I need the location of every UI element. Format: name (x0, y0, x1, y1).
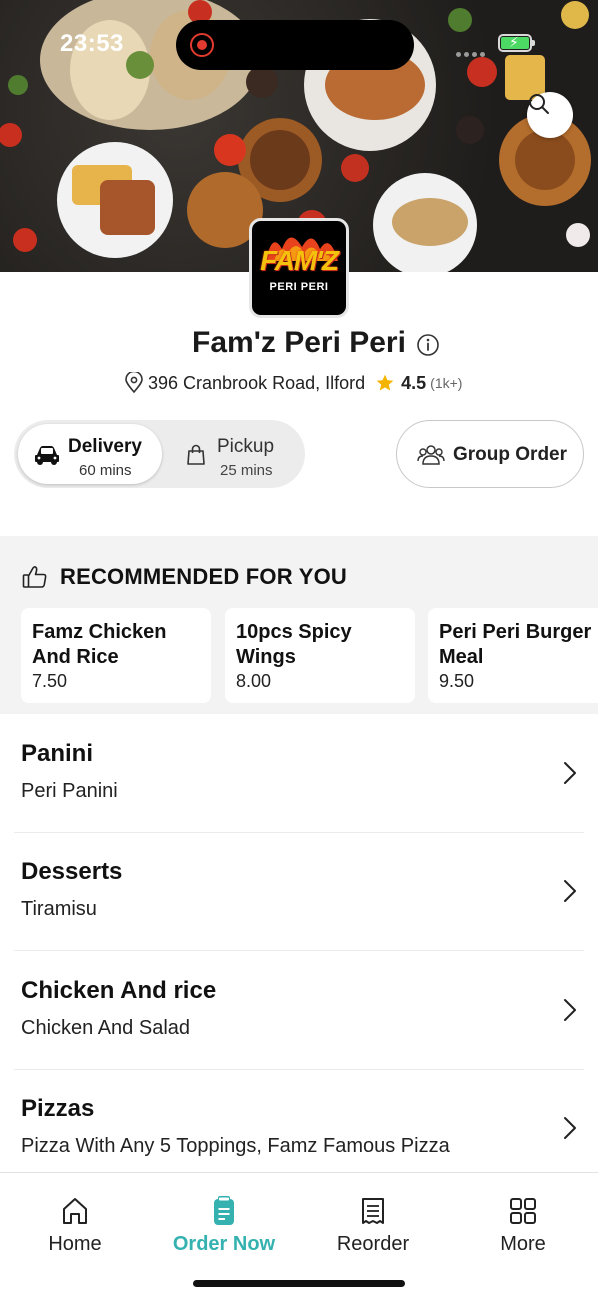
receipt-icon (362, 1198, 384, 1224)
nav-label: Reorder (336, 1233, 410, 1255)
shopping-bag-icon (187, 444, 205, 465)
pickup-label: Pickup (217, 436, 275, 457)
nav-order-now[interactable]: Order Now (149, 1191, 299, 1261)
category-title: Desserts (21, 858, 123, 885)
nav-more[interactable]: More (448, 1191, 598, 1261)
group-order-label: Group Order (453, 444, 568, 465)
recommended-item-name: 10pcs Spicy Wings (236, 621, 352, 668)
category-title: Chicken And rice (21, 977, 217, 1004)
order-now-icon (214, 1196, 234, 1225)
order-mode-toggle: Delivery 60 mins Pickup 25 mins (14, 420, 305, 488)
category-title: Pizzas (21, 1095, 95, 1122)
dynamic-island (176, 20, 414, 70)
rating-count: (1k+) (430, 375, 463, 391)
chevron-right-icon (564, 762, 576, 784)
delivery-time: 60 mins (79, 462, 132, 479)
category-subtitle: Pizza With Any 5 Toppings, Famz Famous P… (21, 1135, 450, 1157)
grid-icon (510, 1198, 536, 1224)
chevron-right-icon (564, 880, 576, 902)
search-button[interactable] (527, 92, 573, 138)
restaurant-name: Fam'z Peri Peri (192, 326, 406, 359)
category-subtitle: Tiramisu (21, 898, 97, 920)
pickup-option[interactable]: Pickup 25 mins (174, 424, 302, 484)
signal-icon (456, 44, 488, 62)
home-icon (63, 1198, 87, 1224)
category-subtitle: Chicken And Salad (21, 1017, 191, 1039)
nav-label: Order Now (172, 1233, 276, 1255)
pickup-time: 25 mins (220, 462, 273, 479)
delivery-label: Delivery (68, 436, 142, 457)
restaurant-address: 396 Cranbrook Road, Ilford (148, 372, 366, 393)
address-row: 396 Cranbrook Road, Ilford 4.5 (1k+) (124, 370, 462, 396)
recommended-card[interactable]: Peri Peri Burger Meal 9.50 (428, 608, 598, 703)
nav-label: More (500, 1233, 546, 1255)
menu-category-row[interactable]: Chicken And rice Chicken And Salad (0, 951, 598, 1069)
battery-icon: ⚡ (498, 34, 535, 52)
rating-value: 4.5 (401, 372, 427, 393)
category-subtitle: Peri Panini (21, 780, 118, 802)
group-users-icon (417, 445, 445, 465)
recommended-item-name: Peri Peri Burger Meal (439, 621, 592, 668)
recommended-item-name: Famz Chicken And Rice (32, 621, 167, 668)
location-pin-icon (125, 372, 143, 394)
restaurant-logo: FAM'Z PERI PERI (249, 218, 349, 318)
group-order-button[interactable]: Group Order (396, 420, 584, 488)
search-icon (529, 94, 549, 114)
delivery-option[interactable]: Delivery 60 mins (18, 424, 162, 484)
star-icon (376, 374, 394, 391)
nav-reorder[interactable]: Reorder (298, 1191, 448, 1261)
screen-record-icon (190, 33, 214, 57)
chevron-right-icon (564, 999, 576, 1021)
recommended-item-price: 9.50 (439, 671, 475, 691)
nav-home[interactable]: Home (0, 1191, 150, 1261)
recommended-card[interactable]: Famz Chicken And Rice 7.50 (21, 608, 211, 703)
restaurant-name-row: Fam'z Peri Peri (0, 326, 598, 360)
logo-tagline: PERI PERI (269, 281, 329, 293)
menu-category-row[interactable]: Desserts Tiramisu (0, 832, 598, 950)
thumbs-up-icon (22, 566, 47, 588)
chevron-right-icon (564, 1117, 576, 1139)
recommended-item-price: 7.50 (32, 671, 68, 691)
recommended-card[interactable]: 10pcs Spicy Wings 8.00 (225, 608, 415, 703)
car-icon (35, 446, 59, 465)
status-time: 23:53 (60, 30, 124, 57)
menu-category-row[interactable]: Panini Peri Panini (0, 714, 598, 832)
recommended-heading: RECOMMENDED FOR YOU (60, 564, 347, 589)
recommended-section: RECOMMENDED FOR YOU Famz Chicken And Ric… (0, 536, 598, 714)
recommended-item-price: 8.00 (236, 671, 272, 691)
category-title: Panini (21, 740, 94, 767)
nav-label: Home (48, 1233, 102, 1255)
recommended-header: RECOMMENDED FOR YOU (22, 564, 347, 590)
logo-brand-text: FAM'Z (260, 245, 339, 276)
home-indicator (193, 1280, 405, 1287)
menu-category-row[interactable]: Pizzas Pizza With Any 5 Toppings, Famz F… (0, 1069, 598, 1187)
info-icon[interactable] (416, 333, 440, 357)
